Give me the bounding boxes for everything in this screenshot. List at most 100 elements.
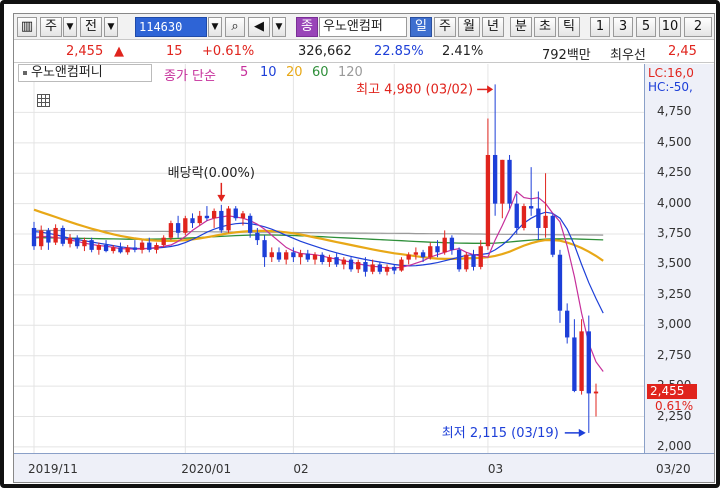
y-tick-label: 3,750	[657, 226, 692, 241]
quote-bar: 2,455 ▲ 15 +0.61% 326,662 22.85% 2.41% 7…	[14, 41, 714, 63]
low-arrow-head	[578, 428, 586, 437]
y-tick-label: 3,250	[657, 286, 692, 301]
turnover-percent: 22.85%	[374, 44, 424, 59]
stock-tab-button[interactable]: 종	[296, 17, 318, 37]
prev-button[interactable]: 전	[80, 17, 102, 37]
candle-body	[377, 264, 383, 272]
search-icon[interactable]: ⌕	[225, 17, 245, 37]
ma5-legend: 5	[240, 65, 249, 80]
candle-body	[579, 331, 584, 391]
ma120-legend: 120	[338, 65, 363, 80]
candle-body	[593, 391, 599, 394]
interval-5-button[interactable]: 5	[636, 17, 656, 37]
candle-body	[356, 262, 361, 270]
stock-name-legend[interactable]: 우노앤컴퍼니	[18, 64, 152, 82]
candle-body	[31, 227, 37, 247]
y-tick-label: 4,250	[657, 165, 692, 180]
chart-legend: 우노앤컴퍼니 종가 단순 5 10 20 60 120	[14, 64, 644, 84]
interval-1-button[interactable]: 1	[590, 17, 610, 37]
candle-body	[305, 253, 310, 260]
period-minute-button[interactable]: 분	[510, 17, 532, 37]
best-ask-label: 최우선	[610, 48, 646, 63]
interval-10-button[interactable]: 10	[659, 17, 681, 37]
stock-name-field[interactable]: 우노앤컴퍼	[319, 17, 407, 37]
candle-body	[478, 246, 483, 267]
candle-body	[485, 154, 491, 247]
candle-body	[420, 252, 426, 258]
candle-body	[298, 253, 303, 258]
candle-body	[111, 247, 116, 252]
list-icon[interactable]: ▥	[17, 17, 37, 37]
best-ask-value: 2,45	[668, 44, 697, 59]
candle-body	[291, 252, 296, 258]
chevron-down-icon[interactable]: ▼	[104, 17, 118, 37]
candle-body	[586, 331, 591, 394]
candle-body	[132, 247, 138, 250]
interval-3-button[interactable]: 3	[613, 17, 633, 37]
candle-body	[536, 208, 541, 228]
y-tick-label: 2,750	[657, 347, 692, 362]
chevron-down-icon[interactable]: ▼	[63, 17, 77, 37]
candle-body	[226, 208, 231, 231]
window-frame: ▥ 주 ▼ 전 ▼ 114630 ▼ ⌕ ◀ ▼ 종 우노앤컴퍼 일 주 월 년…	[0, 0, 720, 488]
candle-body	[543, 215, 548, 228]
candle-body	[118, 247, 123, 253]
candle-body	[312, 254, 318, 260]
speaker-icon[interactable]: ◀	[248, 17, 270, 37]
candle-body	[521, 206, 527, 228]
candle-body	[175, 223, 181, 233]
current-price-tag: 2,455	[647, 383, 697, 399]
candle-body	[327, 257, 332, 263]
high-annotation: 최고 4,980 (03/02)	[356, 82, 473, 97]
candle-body	[399, 259, 404, 271]
type-button[interactable]: 주	[40, 17, 62, 37]
period-day-button[interactable]: 일	[410, 17, 432, 37]
period-second-button[interactable]: 초	[534, 17, 556, 37]
y-tick-label: 3,500	[657, 256, 692, 271]
candle-body	[46, 230, 51, 243]
hc-label: HC:-50,	[648, 80, 693, 94]
chevron-down-icon[interactable]: ▼	[208, 17, 222, 37]
candle-body	[528, 206, 534, 209]
dividend-arrow-head	[217, 194, 226, 202]
candle-body	[247, 215, 253, 233]
candle-body	[449, 237, 455, 250]
candle-body	[471, 254, 476, 267]
chart-area[interactable]: 최고 4,980 (03/02) 최저 2,115 (03/19) 배당락(0.00…	[14, 64, 644, 453]
price-change: 15	[166, 44, 183, 59]
grid-icon[interactable]	[37, 94, 50, 107]
candle-body	[456, 249, 462, 270]
ma10-legend: 10	[260, 65, 277, 80]
period-week-button[interactable]: 주	[434, 17, 456, 37]
candle-body	[67, 237, 73, 244]
high-arrow-head	[487, 85, 494, 94]
period-year-button[interactable]: 년	[482, 17, 504, 37]
y-tick-label: 4,000	[657, 195, 692, 210]
stock-code-input[interactable]: 114630	[135, 17, 207, 37]
candle-body	[219, 210, 224, 231]
period-tick-button[interactable]: 틱	[558, 17, 580, 37]
candle-body	[82, 240, 87, 247]
candle-body	[103, 244, 109, 252]
candle-body	[183, 218, 188, 233]
x-tick-label: 02	[293, 462, 309, 476]
price-chart[interactable]: 최고 4,980 (03/02) 최저 2,115 (03/19) 배당락(0.00…	[14, 64, 644, 453]
candle-body	[464, 254, 469, 270]
candle-body	[233, 208, 238, 219]
x-tick-label: 03	[487, 462, 504, 476]
price-axis: LC:16,0 HC:-50, 4,750 4,500 4,250 4,000 3,75…	[644, 64, 714, 453]
toolbar: ▥ 주 ▼ 전 ▼ 114630 ▼ ⌕ ◀ ▼ 종 우노앤컴퍼 일 주 월 년…	[14, 14, 714, 40]
period-month-button[interactable]: 월	[458, 17, 480, 37]
candle-body	[161, 237, 166, 245]
interval-20-button[interactable]: 2	[684, 17, 712, 37]
current-pct-tag: 0.61%	[655, 398, 694, 413]
candle-body	[204, 215, 210, 219]
secondary-percent: 2.41%	[442, 44, 484, 59]
candle-body	[197, 215, 202, 224]
candle-body	[428, 246, 433, 258]
chevron-down-icon[interactable]: ▼	[272, 17, 286, 37]
candle-body	[125, 247, 130, 253]
candle-body	[60, 227, 65, 244]
candle-body	[75, 237, 80, 247]
candle-body	[139, 242, 145, 250]
